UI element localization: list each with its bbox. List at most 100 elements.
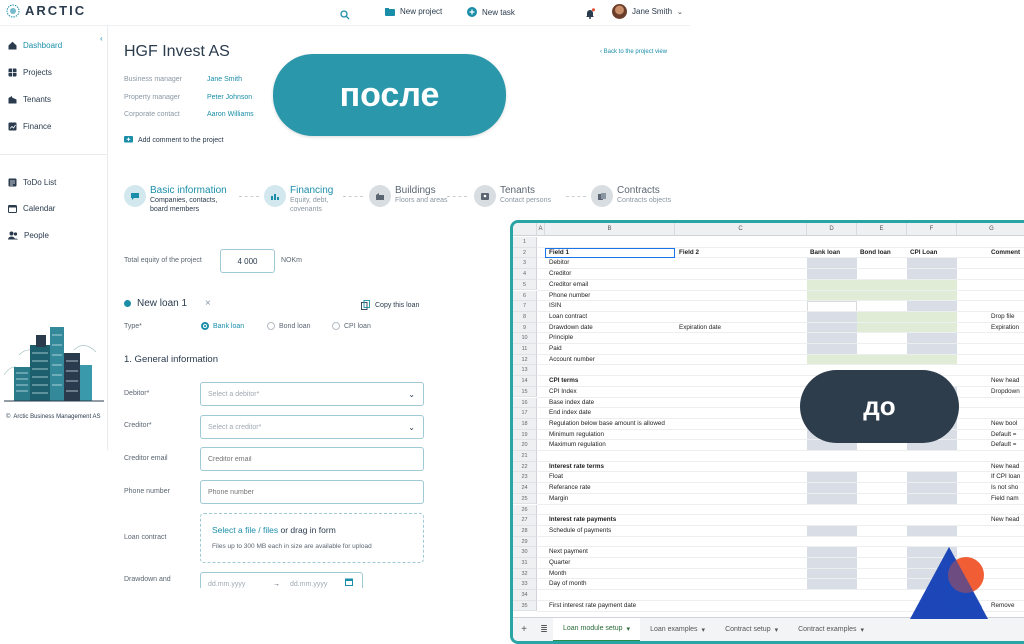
row-number[interactable]: 2 — [513, 247, 537, 259]
row-number[interactable]: 24 — [513, 483, 537, 494]
new-task-button[interactable]: New task — [467, 7, 515, 17]
row-number[interactable]: 19 — [513, 429, 537, 441]
table-cell[interactable]: If CPI loan — [991, 472, 1024, 483]
row-number[interactable]: 32 — [513, 568, 537, 580]
date-from[interactable]: dd.mm.yyyy — [208, 581, 263, 588]
table-cell[interactable] — [549, 537, 799, 548]
table-cell[interactable]: Paid — [549, 344, 799, 355]
row-number[interactable]: 28 — [513, 525, 537, 537]
table-cell[interactable]: Creditor email — [549, 280, 799, 291]
row-number[interactable]: 6 — [513, 290, 537, 302]
table-cell[interactable]: Float — [549, 472, 799, 483]
row-number[interactable]: 3 — [513, 258, 537, 270]
row-number[interactable]: 14 — [513, 376, 537, 387]
back-link[interactable]: ‹ Back to the project view — [600, 49, 667, 55]
table-cell[interactable] — [549, 237, 799, 248]
table-cell[interactable]: Phone number — [549, 291, 799, 302]
table-cell[interactable]: Expiration date — [679, 323, 799, 334]
row-number[interactable]: 16 — [513, 397, 537, 409]
add-sheet-icon[interactable]: + — [513, 624, 535, 635]
sheet-tab-contract-setup[interactable]: Contract setup ▾ — [715, 618, 788, 642]
table-cell[interactable]: Creditor — [549, 269, 799, 280]
row-number[interactable]: 35 — [513, 600, 537, 612]
sidebar-item-finance[interactable]: Finance — [8, 122, 51, 131]
row-number[interactable]: 1 — [513, 237, 537, 248]
column-title[interactable]: Field 2 — [679, 248, 749, 259]
table-cell[interactable]: Field nam — [991, 494, 1024, 505]
select-files-link[interactable]: Select a file / files — [212, 525, 278, 535]
table-cell[interactable]: ISIN — [549, 301, 799, 312]
table-cell[interactable]: Debitor — [549, 258, 799, 269]
row-number[interactable]: 11 — [513, 344, 537, 355]
sidebar-item-tenants[interactable]: Tenants — [8, 95, 51, 104]
table-cell[interactable]: Day of month — [549, 579, 799, 590]
table-cell[interactable]: Expiration — [991, 323, 1024, 334]
sheet-tab-contract-examples[interactable]: Contract examples ▾ — [788, 618, 874, 642]
file-dropzone[interactable]: Select a file / files or drag in form Fi… — [200, 513, 424, 563]
sidebar-item-calendar[interactable]: Calendar — [8, 204, 55, 213]
radio-bank-loan[interactable]: Bank loan — [201, 322, 244, 330]
sheet-tab-loan-module-setup[interactable]: Loan module setup ▾ — [553, 617, 641, 641]
step-contracts[interactable]: Contracts Contracts objects — [591, 185, 671, 207]
table-cell[interactable] — [549, 590, 799, 601]
row-number[interactable]: 17 — [513, 408, 537, 419]
row-number[interactable]: 25 — [513, 493, 537, 505]
new-project-button[interactable]: New project — [385, 7, 442, 16]
column-title[interactable]: Field 1 — [549, 248, 619, 259]
table-cell[interactable] — [549, 505, 799, 516]
creditor-email-field[interactable] — [200, 447, 424, 471]
add-comment-button[interactable]: Add comment to the project — [124, 136, 224, 144]
date-to[interactable]: dd.mm.yyyy — [290, 581, 345, 588]
row-number[interactable]: 8 — [513, 311, 537, 323]
sheet-list-icon[interactable]: ≣ — [535, 624, 553, 635]
row-number[interactable]: 15 — [513, 386, 537, 398]
row-number[interactable]: 5 — [513, 279, 537, 291]
property-manager-value[interactable]: Peter Johnson — [207, 94, 252, 101]
sidebar-item-people[interactable]: People — [8, 231, 49, 240]
search-icon[interactable] — [340, 7, 350, 25]
row-number[interactable]: 20 — [513, 440, 537, 451]
row-number[interactable]: 30 — [513, 547, 537, 558]
row-number[interactable]: 9 — [513, 322, 537, 334]
table-cell[interactable]: Regulation below base amount is allowed — [549, 419, 799, 430]
table-cell[interactable]: End index date — [549, 408, 799, 419]
row-number[interactable]: 18 — [513, 418, 537, 430]
column-header[interactable]: F — [907, 223, 957, 236]
table-cell[interactable]: Principle — [549, 333, 799, 344]
column-title[interactable]: Comment — [991, 248, 1024, 259]
copy-loan-button[interactable]: Copy this loan — [361, 300, 419, 310]
table-cell[interactable]: New head — [991, 376, 1024, 387]
step-tenants[interactable]: Tenants Contact persons — [474, 185, 551, 207]
table-cell[interactable]: New head — [991, 515, 1024, 526]
column-header[interactable]: D — [807, 223, 857, 236]
table-cell[interactable]: Account number — [549, 355, 799, 366]
close-icon[interactable]: × — [205, 298, 211, 309]
table-cell[interactable]: CPI Index — [549, 387, 799, 398]
sheet-corner[interactable] — [513, 223, 537, 236]
sheet-tab-loan-examples[interactable]: Loan examples ▾ — [640, 618, 715, 642]
row-number[interactable]: 13 — [513, 365, 537, 377]
table-cell[interactable]: Maximum regulation — [549, 440, 799, 451]
table-cell[interactable]: Base index date — [549, 398, 799, 409]
table-cell[interactable]: Next payment — [549, 547, 799, 558]
corporate-contact-value[interactable]: Aaron Williams — [207, 111, 254, 118]
column-header[interactable]: C — [675, 223, 807, 236]
table-cell[interactable]: New bool — [991, 419, 1024, 430]
row-number[interactable]: 12 — [513, 354, 537, 366]
row-number[interactable]: 29 — [513, 536, 537, 548]
table-cell[interactable] — [549, 451, 799, 462]
table-cell[interactable]: Margin — [549, 494, 799, 505]
column-header[interactable]: B — [545, 223, 675, 236]
table-cell[interactable]: Interest rate terms — [549, 462, 799, 473]
table-cell[interactable]: Is not sho — [991, 483, 1024, 494]
table-cell[interactable] — [549, 365, 799, 376]
table-cell[interactable]: Default = — [991, 440, 1024, 451]
step-buildings[interactable]: Buildings Floors and areas — [369, 185, 448, 207]
table-cell[interactable]: Month — [549, 569, 799, 580]
table-cell[interactable]: First interest rate payment date — [549, 601, 799, 612]
table-cell[interactable]: Loan contract — [549, 312, 799, 323]
phone-field[interactable] — [200, 480, 424, 504]
table-cell[interactable]: New head — [991, 462, 1024, 473]
table-cell[interactable]: CPI terms — [549, 376, 799, 387]
equity-input[interactable]: 4 000 — [220, 249, 275, 273]
